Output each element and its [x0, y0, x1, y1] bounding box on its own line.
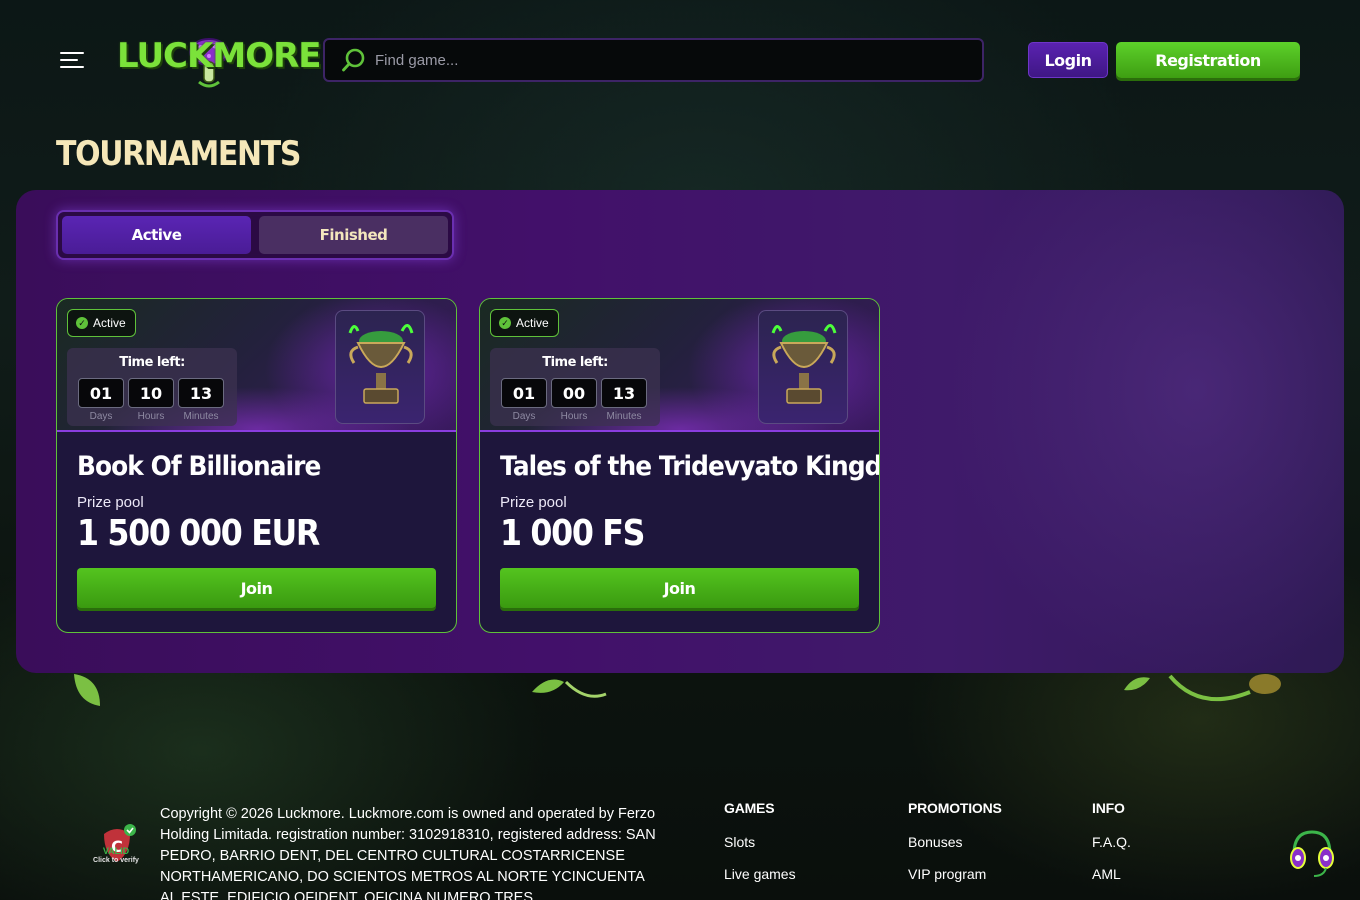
trophy-icon — [771, 324, 837, 404]
tournament-card: ✓ Active Time left: 01 Days 00 Hours 13 … — [479, 298, 880, 633]
footer-column-promotions: PROMOTIONS Bonuses VIP program — [908, 800, 1002, 898]
countdown-timer: Time left: 01 Days 10 Hours 13 Minutes — [67, 348, 237, 426]
trophy-image — [758, 310, 848, 424]
tab-active[interactable]: Active — [62, 216, 251, 254]
check-icon: ✓ — [499, 317, 511, 329]
registration-button[interactable]: Registration — [1116, 42, 1300, 78]
tournament-banner: ✓ Active Time left: 01 Days 10 Hours 13 … — [57, 299, 456, 432]
login-button[interactable]: Login — [1028, 42, 1108, 78]
timer-minutes: 13 — [178, 378, 224, 408]
timer-hours: 00 — [551, 378, 597, 408]
license-valid-label: VALID — [102, 846, 130, 856]
join-button[interactable]: Join — [500, 568, 859, 608]
search-bar[interactable] — [323, 38, 984, 82]
footer-link-aml[interactable]: AML — [1092, 866, 1131, 882]
footer-link-live-games[interactable]: Live games — [724, 866, 796, 882]
footer-link-bonuses[interactable]: Bonuses — [908, 834, 1002, 850]
timer-days-unit: Days — [512, 411, 536, 422]
timer-minutes-unit: Minutes — [183, 411, 219, 422]
search-icon — [342, 48, 365, 72]
tournament-card: ✓ Active Time left: 01 Days 10 Hours 13 … — [56, 298, 457, 633]
check-icon: ✓ — [76, 317, 88, 329]
site-header: LUCKMORE Login Registration — [0, 0, 1360, 118]
tab-finished[interactable]: Finished — [259, 216, 448, 254]
timer-hours: 10 — [128, 378, 174, 408]
timer-hours-unit: Hours — [560, 411, 588, 422]
timer-minutes-unit: Minutes — [606, 411, 642, 422]
tournaments-panel: Active Finished ✓ Active Time left: 01 D… — [16, 190, 1344, 673]
countdown-timer: Time left: 01 Days 00 Hours 13 Minutes — [490, 348, 660, 426]
status-text: Active — [516, 316, 549, 330]
vine-decoration-icon — [1124, 674, 1281, 702]
logo-wordmark: LUCK MORE — [117, 36, 322, 76]
trophy-image — [335, 310, 425, 424]
vine-decoration-icon — [532, 679, 607, 698]
hamburger-menu-icon[interactable] — [60, 52, 84, 68]
support-chat-icon[interactable] — [1284, 824, 1340, 880]
prize-pool-value: 1 000 FS — [500, 513, 645, 554]
time-left-label: Time left: — [542, 355, 608, 370]
footer-link-vip-program[interactable]: VIP program — [908, 866, 1002, 882]
leaf-decoration-icon — [74, 674, 100, 706]
site-logo[interactable]: LUCK MORE — [117, 32, 322, 92]
footer-column-games: GAMES Slots Live games — [724, 800, 796, 898]
tournament-banner: ✓ Active Time left: 01 Days 00 Hours 13 … — [480, 299, 879, 432]
trophy-icon — [348, 324, 414, 404]
timer-days-unit: Days — [89, 411, 113, 422]
prize-pool-label: Prize pool — [77, 494, 144, 511]
timer-hours-unit: Hours — [137, 411, 165, 422]
footer-heading: PROMOTIONS — [908, 800, 1002, 816]
tournament-tabs: Active Finished — [56, 210, 454, 260]
footer-column-info: INFO F.A.Q. AML — [1092, 800, 1131, 898]
footer-heading: INFO — [1092, 800, 1125, 816]
timer-days: 01 — [78, 378, 124, 408]
status-badge: ✓ Active — [490, 309, 559, 337]
copyright-text: Copyright © 2026 Luckmore. Luckmore.com … — [160, 806, 656, 900]
footer-heading: GAMES — [724, 800, 775, 816]
time-left-label: Time left: — [119, 355, 185, 370]
footer-link-faq[interactable]: F.A.Q. — [1092, 834, 1131, 850]
tournament-title: Book Of Billionaire — [77, 451, 321, 482]
status-text: Active — [93, 316, 126, 330]
footer-link-slots[interactable]: Slots — [724, 834, 796, 850]
timer-minutes: 13 — [601, 378, 647, 408]
status-badge: ✓ Active — [67, 309, 136, 337]
timer-days: 01 — [501, 378, 547, 408]
join-button[interactable]: Join — [77, 568, 436, 608]
search-input[interactable] — [375, 51, 935, 69]
prize-pool-value: 1 500 000 EUR — [77, 513, 320, 554]
page-title: TOURNAMENTS — [56, 134, 301, 174]
prize-pool-label: Prize pool — [500, 494, 567, 511]
license-verify-label[interactable]: Click to verify — [86, 857, 146, 864]
tournament-title: Tales of the Tridevyato Kingdom — [500, 451, 880, 482]
site-footer: C VALID Click to verify Copyright © 2026… — [0, 780, 1360, 900]
